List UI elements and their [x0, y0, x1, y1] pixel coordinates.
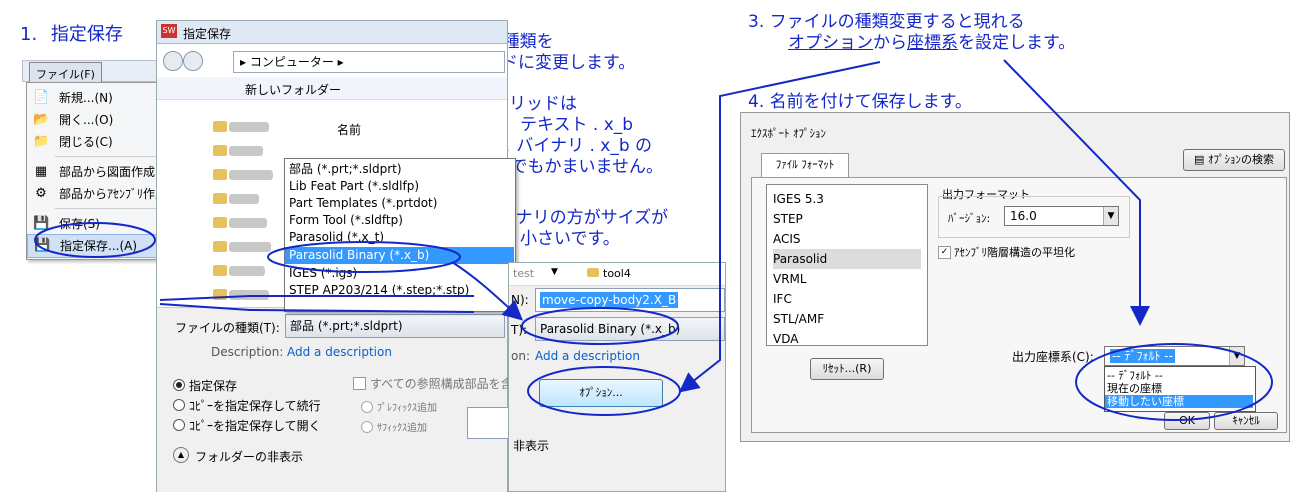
highlight-parasolid-binary-ellipse — [267, 241, 461, 273]
highlight-options-ellipse — [527, 366, 681, 416]
connector-line — [159, 295, 474, 301]
arrow-to-filetype — [451, 261, 523, 321]
highlight-filetype-ellipse — [521, 307, 679, 345]
arrow-to-options — [678, 61, 881, 393]
arrow-to-coord — [1003, 59, 1150, 326]
connector-line — [159, 303, 475, 313]
highlight-coord-ellipse — [1075, 343, 1273, 421]
annotation-overlay — [34, 59, 1273, 421]
highlight-save-as-ellipse — [34, 222, 156, 258]
